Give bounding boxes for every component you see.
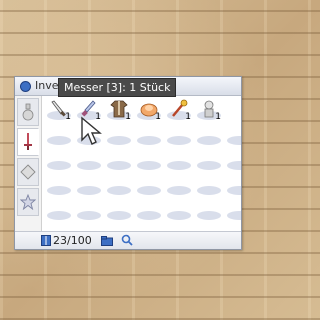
inventory-slot-empty[interactable] bbox=[105, 123, 133, 147]
item-count: 1 bbox=[155, 112, 161, 122]
inventory-slot-empty[interactable] bbox=[165, 173, 193, 197]
inventory-slot-armor[interactable]: 1 bbox=[195, 98, 223, 122]
inventory-slot-empty[interactable] bbox=[165, 223, 193, 231]
sword-icon bbox=[24, 133, 32, 150]
tab-item[interactable] bbox=[17, 98, 39, 126]
inventory-slot-empty[interactable] bbox=[195, 173, 223, 197]
inventory-slot-empty[interactable] bbox=[105, 148, 133, 172]
inventory-slot-empty[interactable] bbox=[45, 148, 73, 172]
inventory-slot-sandals[interactable]: 1 bbox=[135, 98, 163, 122]
mouse-cursor-icon bbox=[81, 116, 102, 145]
inventory-slot-empty[interactable] bbox=[45, 198, 73, 222]
inventory-slot-empty[interactable] bbox=[105, 223, 133, 231]
inventory-slot-empty[interactable] bbox=[195, 223, 223, 231]
inventory-slot-empty[interactable] bbox=[225, 223, 241, 231]
star-icon bbox=[20, 194, 36, 210]
inventory-slot-empty[interactable] bbox=[75, 198, 103, 222]
inventory-slot-empty[interactable] bbox=[75, 173, 103, 197]
inventory-slot-empty[interactable] bbox=[135, 198, 163, 222]
item-count: 1 bbox=[125, 112, 131, 122]
inventory-slot-empty[interactable] bbox=[135, 223, 163, 231]
window-icon bbox=[20, 81, 31, 92]
inventory-slot-empty[interactable] bbox=[105, 173, 133, 197]
inventory-slot-empty[interactable] bbox=[135, 123, 163, 147]
inventory-slot-empty[interactable] bbox=[45, 173, 73, 197]
potion-icon bbox=[22, 103, 34, 121]
inventory-grid: 1 1 1 1 1 1 bbox=[43, 96, 241, 231]
inventory-slot-shirt[interactable]: 1 bbox=[105, 98, 133, 122]
tab-etc[interactable] bbox=[17, 158, 39, 186]
item-count: 1 bbox=[185, 112, 191, 122]
item-tooltip: Messer [3]: 1 Stück bbox=[58, 78, 177, 97]
inventory-slot-empty[interactable] bbox=[195, 198, 223, 222]
inventory-slot-empty[interactable] bbox=[135, 148, 163, 172]
inventory-slot-empty[interactable] bbox=[225, 148, 241, 172]
inventory-slot-empty[interactable] bbox=[195, 148, 223, 172]
item-count: 1 bbox=[65, 112, 71, 122]
search-icon[interactable] bbox=[121, 234, 133, 246]
tab-equip[interactable] bbox=[17, 128, 39, 156]
inventory-tabs bbox=[15, 96, 42, 231]
inventory-slot-empty[interactable] bbox=[105, 198, 133, 222]
status-bar: 23/100 bbox=[15, 231, 241, 249]
gem-icon bbox=[20, 164, 36, 180]
inventory-slot-empty[interactable] bbox=[75, 223, 103, 231]
inventory-slot-empty[interactable] bbox=[135, 173, 163, 197]
inventory-slot-empty[interactable] bbox=[45, 123, 73, 147]
inventory-capacity: 23/100 bbox=[53, 234, 92, 247]
inventory-slot-empty[interactable] bbox=[225, 123, 241, 147]
inventory-slot-empty[interactable] bbox=[165, 123, 193, 147]
inventory-slot-empty[interactable] bbox=[225, 198, 241, 222]
tab-favorite[interactable] bbox=[17, 188, 39, 216]
inventory-slot-empty[interactable] bbox=[165, 148, 193, 172]
inventory-slot-wand[interactable]: 1 bbox=[165, 98, 193, 122]
inventory-window: Inventar bbox=[14, 76, 242, 250]
inventory-slot-empty[interactable] bbox=[45, 223, 73, 231]
inventory-slot-empty[interactable] bbox=[75, 148, 103, 172]
book-icon bbox=[41, 235, 51, 246]
item-count: 1 bbox=[215, 112, 221, 122]
inventory-slot-knife[interactable]: 1 bbox=[45, 98, 73, 122]
inventory-slot-empty[interactable] bbox=[195, 123, 223, 147]
folder-icon[interactable] bbox=[101, 236, 113, 246]
inventory-slot-empty[interactable] bbox=[165, 198, 193, 222]
inventory-slot-empty[interactable] bbox=[225, 173, 241, 197]
